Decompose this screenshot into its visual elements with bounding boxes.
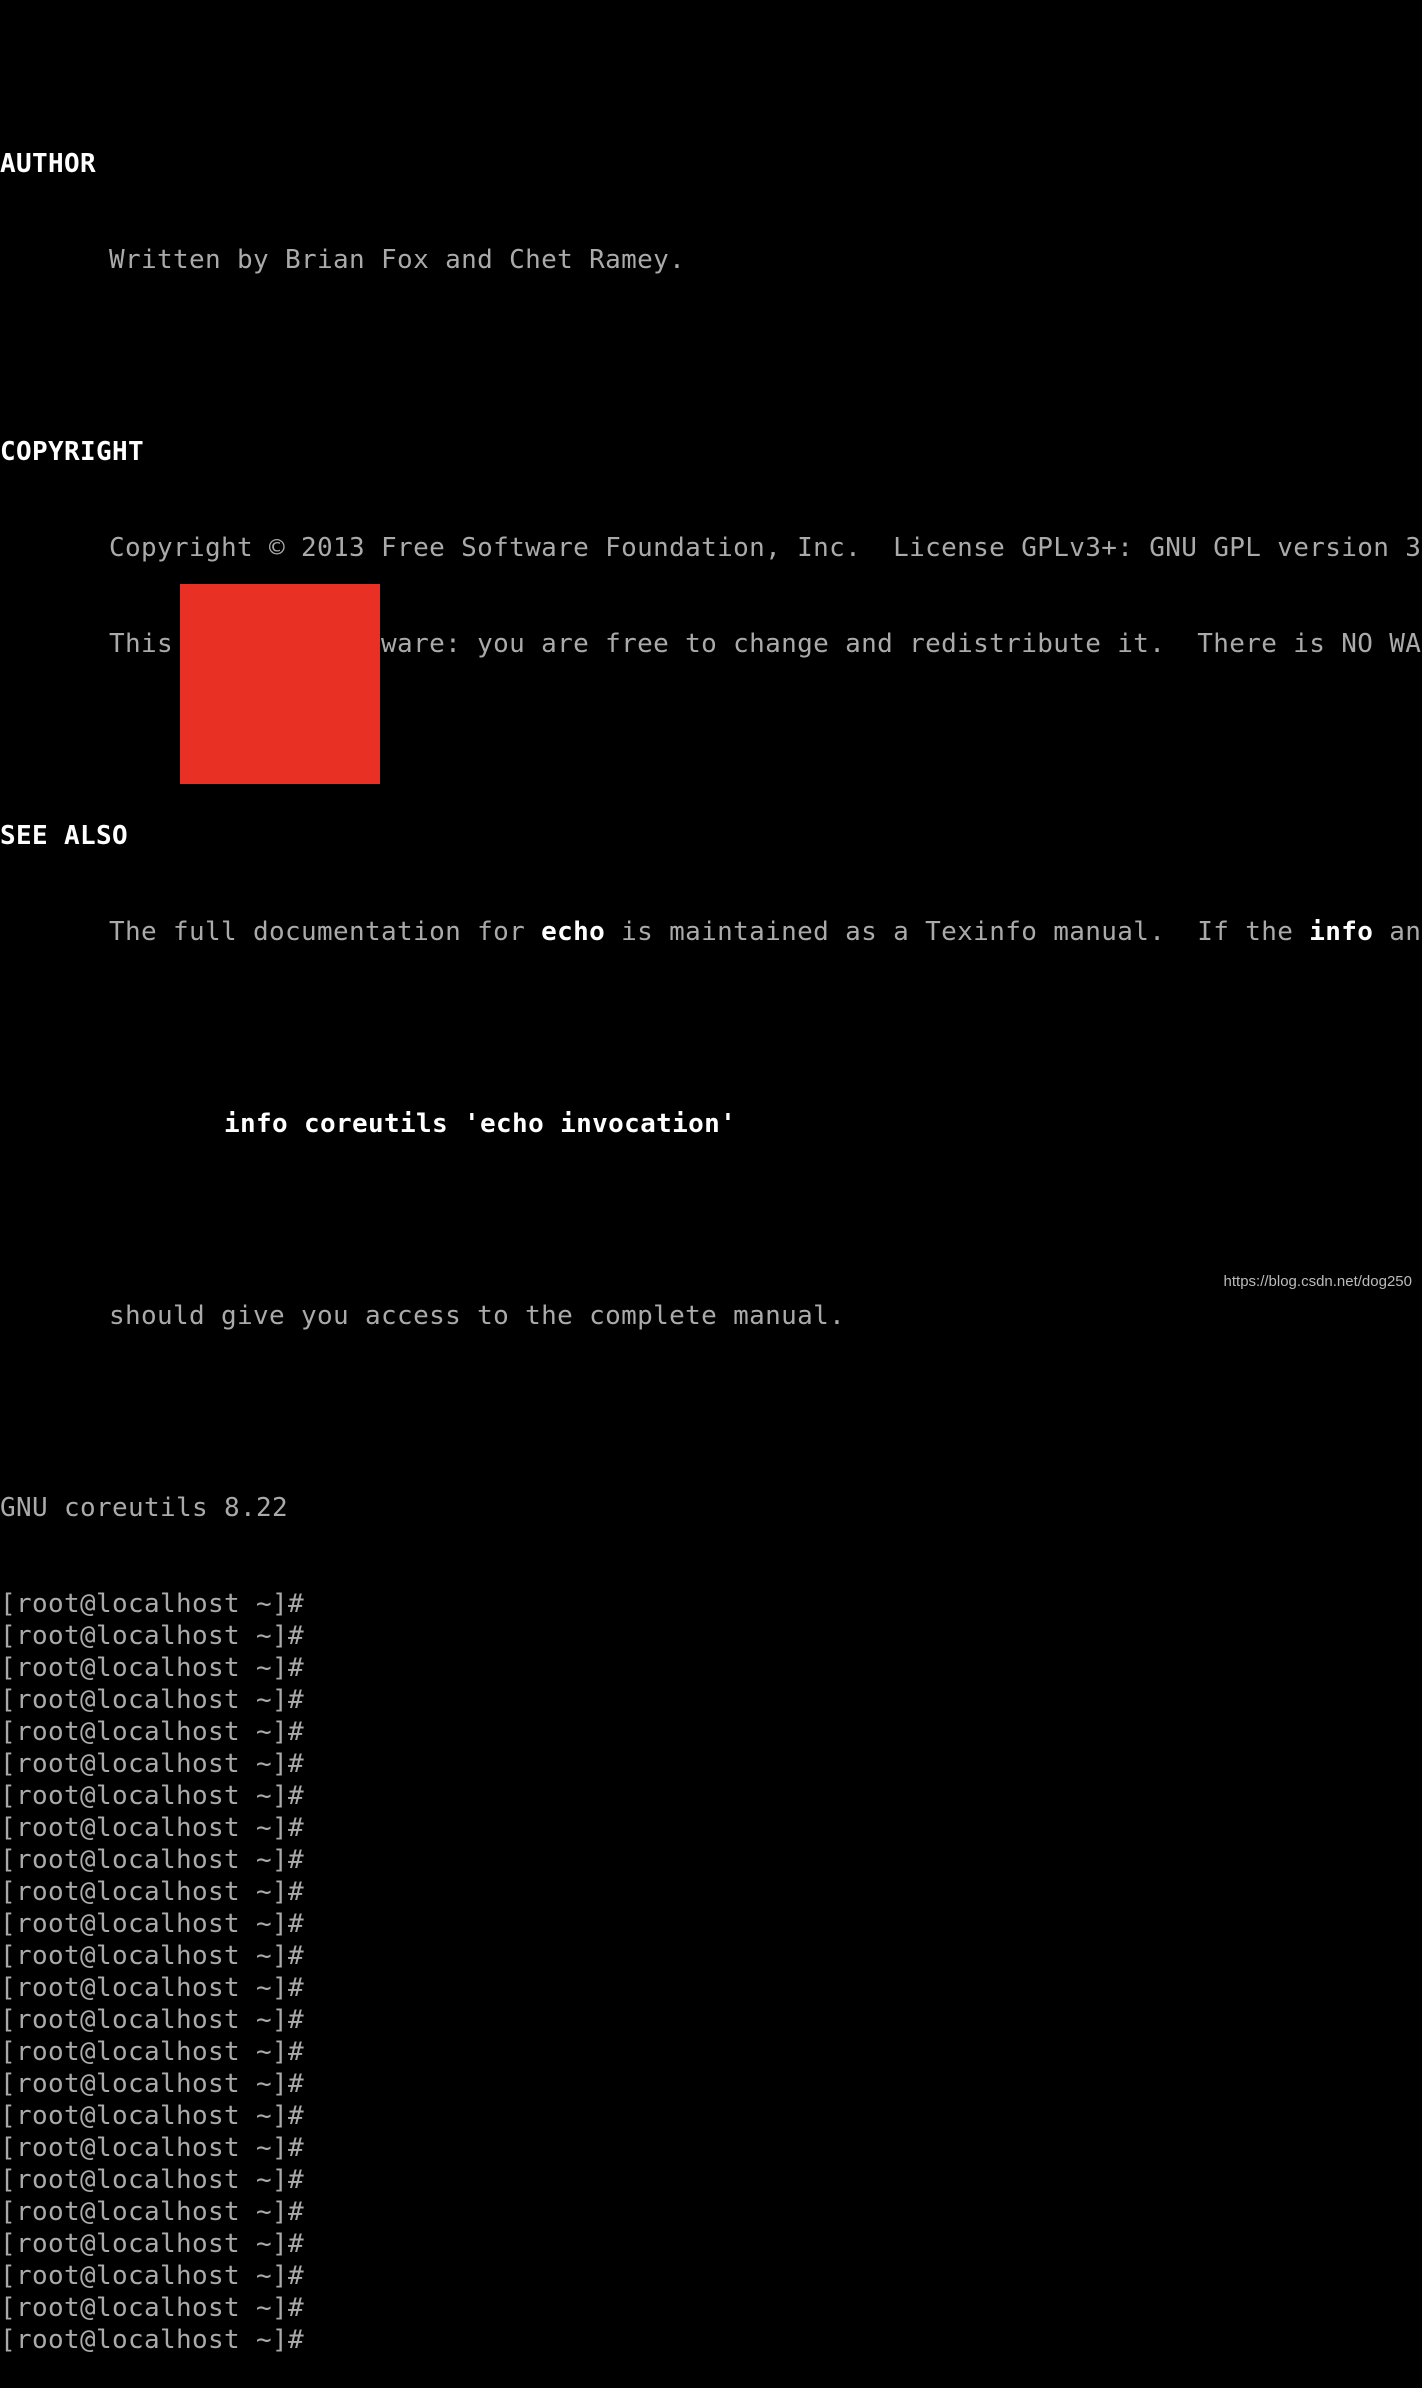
shell-prompt: [root@localhost ~]# [0,2197,305,2227]
shell-prompt: [root@localhost ~]# [0,2293,305,2323]
man-footer: GNU coreutils 8.22 [0,1493,289,1523]
shell-prompt: [root@localhost ~]# [0,1781,305,1811]
terminal-screen[interactable]: AUTHOR Written by Brian Fox and Chet Ram… [0,0,1422,2388]
shell-prompt: [root@localhost ~]# [0,2069,305,2099]
shell-prompt: [root@localhost ~]# [0,2325,305,2355]
shell-prompt: [root@localhost ~]# [0,2261,305,2291]
shell-prompt: [root@localhost ~]# [0,2229,305,2259]
shell-prompt: [root@localhost ~]# [0,1973,305,2003]
prompt-list: [root@localhost ~]# [root@localhost ~]# [r… [0,1588,1422,2356]
shell-prompt: [root@localhost ~]# [0,1909,305,1939]
shell-prompt: [root@localhost ~]# [0,1589,305,1619]
echo-keyword: echo [541,917,606,947]
shell-prompt: [root@localhost ~]# [0,2005,305,2035]
shell-prompt: [root@localhost ~]# [0,1717,305,1747]
see-also-mid: is maintained as a Texinfo manual. If th… [605,917,1310,947]
see-also-text: The full documentation for echo is maint… [0,916,1422,948]
section-heading-copyright: COPYRIGHT [0,437,145,467]
shell-prompt: [root@localhost ~]# [0,2037,305,2067]
shell-prompt: [root@localhost ~]# [0,1877,305,1907]
section-heading-see-also: SEE ALSO [0,821,129,851]
watermark: https://blog.csdn.net/dog250 [1223,1273,1412,1290]
shell-prompt: [root@localhost ~]# [0,1621,305,1651]
copyright-line: Copyright © 2013 Free Software Foundatio… [109,533,1422,563]
shell-prompt: [root@localhost ~]# [0,2165,305,2195]
info-command: info coreutils 'echo invocation' [224,1109,737,1139]
manual-text: should give you access to the complete m… [109,1301,846,1331]
shell-prompt: [root@localhost ~]# [0,2101,305,2131]
shell-prompt: [root@localhost ~]# [0,1845,305,1875]
shell-prompt: [root@localhost ~]# [0,1685,305,1715]
shell-prompt: [root@localhost ~]# [0,1653,305,1683]
info-keyword: info [1309,917,1374,947]
section-heading-author: AUTHOR [0,149,97,179]
shell-prompt: [root@localhost ~]# [0,1941,305,1971]
see-also-post: an [1373,917,1422,947]
redaction-box [180,584,380,784]
author-text: Written by Brian Fox and Chet Ramey. [109,245,686,275]
shell-prompt: [root@localhost ~]# [0,2133,305,2163]
shell-prompt: [root@localhost ~]# [0,1749,305,1779]
see-also-pre: The full documentation for [109,917,542,947]
shell-prompt: [root@localhost ~]# [0,1813,305,1843]
